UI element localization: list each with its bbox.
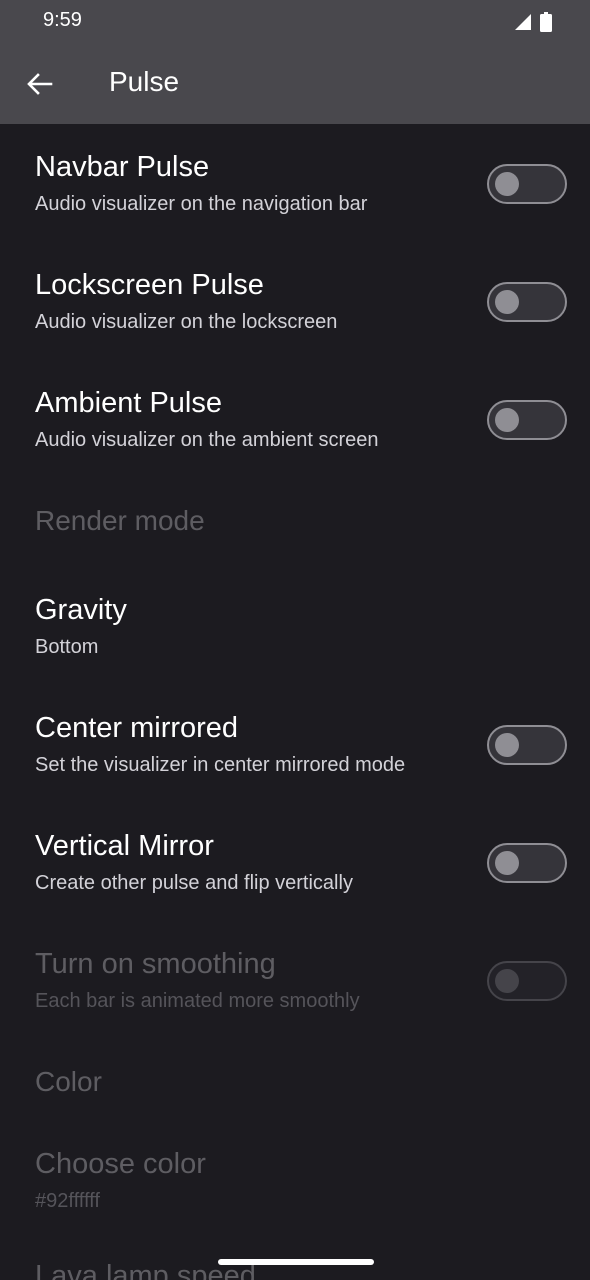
status-icons <box>514 12 552 32</box>
vertical-mirror-switch[interactable] <box>487 843 567 883</box>
switch-knob <box>495 408 519 432</box>
setting-summary: #92ffffff <box>35 1190 100 1212</box>
color-header: Color <box>35 1066 102 1097</box>
setting-title: Turn on smoothing <box>35 948 276 980</box>
setting-summary: Set the visualizer in center mirrored mo… <box>35 754 406 776</box>
render-mode-header: Render mode <box>35 505 205 536</box>
switch-knob <box>495 969 519 993</box>
page-title: Pulse <box>109 66 180 97</box>
setting-summary: Bottom <box>35 636 99 658</box>
smoothing-switch <box>487 961 567 1001</box>
setting-gravity[interactable]: Gravity Bottom <box>0 567 590 685</box>
setting-summary: Audio visualizer on the navigation bar <box>35 193 368 215</box>
setting-title: Vertical Mirror <box>35 830 214 862</box>
back-button[interactable] <box>16 60 64 108</box>
settings-list: Navbar Pulse Audio visualizer on the nav… <box>0 124 590 1280</box>
app-bar: 9:59 Pulse <box>0 0 590 124</box>
setting-summary: Audio visualizer on the lockscreen <box>35 311 338 333</box>
arrow-back-icon <box>27 73 53 95</box>
gesture-nav-handle[interactable] <box>218 1259 374 1265</box>
setting-summary: Each bar is animated more smoothly <box>35 990 360 1012</box>
setting-title: Choose color <box>35 1148 206 1180</box>
switch-knob <box>495 851 519 875</box>
setting-lava-lamp-speed: Lava lamp speed <box>0 1236 590 1280</box>
switch-knob <box>495 172 519 196</box>
setting-vertical-mirror[interactable]: Vertical Mirror Create other pulse and f… <box>0 803 590 921</box>
switch-knob <box>495 290 519 314</box>
lockscreen-pulse-switch[interactable] <box>487 282 567 322</box>
setting-title: Gravity <box>35 594 127 626</box>
setting-navbar-pulse[interactable]: Navbar Pulse Audio visualizer on the nav… <box>0 124 590 242</box>
setting-center-mirrored[interactable]: Center mirrored Set the visualizer in ce… <box>0 685 590 803</box>
setting-summary: Audio visualizer on the ambient screen <box>35 429 379 451</box>
setting-lockscreen-pulse[interactable]: Lockscreen Pulse Audio visualizer on the… <box>0 242 590 360</box>
navbar-pulse-switch[interactable] <box>487 164 567 204</box>
setting-ambient-pulse[interactable]: Ambient Pulse Audio visualizer on the am… <box>0 360 590 478</box>
screen: 9:59 Pulse Navbar Pulse Audio visualizer… <box>0 0 590 1280</box>
setting-title: Center mirrored <box>35 712 239 744</box>
setting-title: Navbar Pulse <box>35 151 210 183</box>
center-mirrored-switch[interactable] <box>487 725 567 765</box>
switch-knob <box>495 733 519 757</box>
battery-icon <box>540 12 552 32</box>
setting-summary: Create other pulse and flip vertically <box>35 872 353 894</box>
status-time: 9:59 <box>43 9 82 31</box>
setting-smoothing: Turn on smoothing Each bar is animated m… <box>0 921 590 1039</box>
setting-choose-color: Choose color #92ffffff <box>0 1122 590 1222</box>
cellular-signal-icon <box>515 14 531 30</box>
ambient-pulse-switch[interactable] <box>487 400 567 440</box>
setting-title: Ambient Pulse <box>35 387 222 419</box>
setting-title: Lockscreen Pulse <box>35 269 264 301</box>
